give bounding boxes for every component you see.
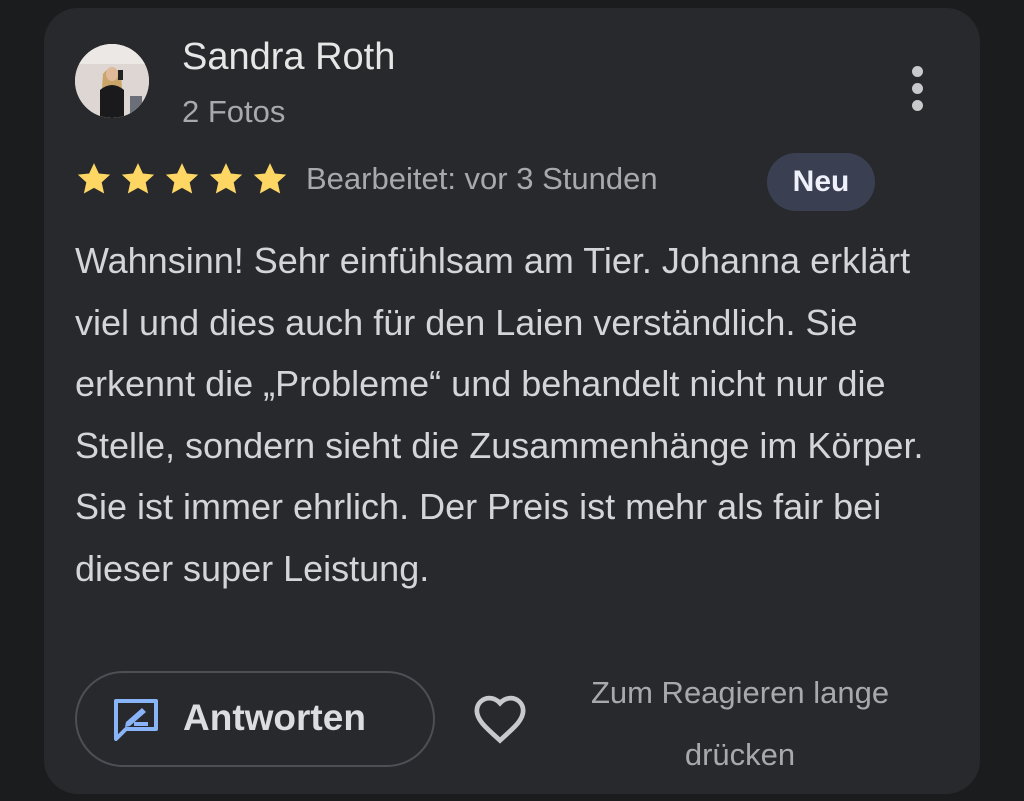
star-icon <box>121 163 155 194</box>
react-hint: Zum Reagieren lange drücken <box>540 662 940 786</box>
react-hint-line-1: Zum Reagieren lange <box>590 675 890 710</box>
review-text: Wahnsinn! Sehr einfühlsam am Tier. Johan… <box>75 240 924 589</box>
star-icon <box>165 163 199 194</box>
more-options-icon[interactable] <box>898 58 938 118</box>
rating-row: Bearbeitet: vor 3 Stunden Neu <box>74 153 875 211</box>
reviewer-name[interactable]: Sandra Roth <box>182 36 395 79</box>
edited-timestamp: Bearbeitet: vor 3 Stunden <box>306 161 658 196</box>
heart-icon[interactable] <box>471 692 529 744</box>
reply-edit-icon <box>114 699 158 741</box>
react-hint-line-2: drücken <box>684 737 796 772</box>
star-icon <box>77 163 111 194</box>
avatar[interactable] <box>75 44 149 118</box>
star-rating <box>74 159 290 199</box>
reviewer-photo-count: 2 Fotos <box>182 94 286 129</box>
new-badge: Neu <box>767 153 875 211</box>
star-icon <box>209 163 243 194</box>
reply-button[interactable]: Antworten <box>75 671 435 767</box>
star-icon <box>253 163 287 194</box>
reply-button-label: Antworten <box>183 697 366 738</box>
review-card: Sandra Roth 2 Fotos Bearbeitet: vor 3 St… <box>44 8 980 794</box>
